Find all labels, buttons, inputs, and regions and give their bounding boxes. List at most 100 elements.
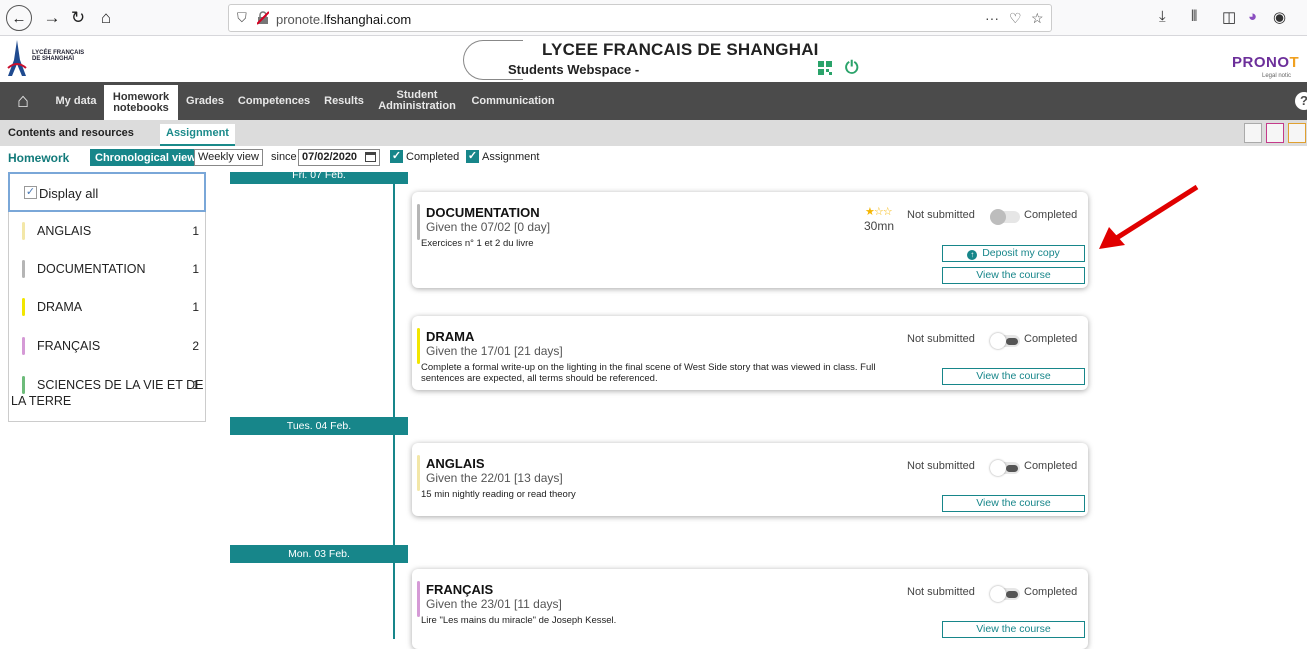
toggle-knob (990, 209, 1006, 225)
print-icon[interactable] (1266, 123, 1284, 143)
insecure-lock-icon[interactable] (257, 11, 269, 25)
toggle-knob (990, 460, 1006, 476)
url-text[interactable]: pronote.lfshanghai.com (276, 12, 411, 27)
account-icon[interactable]: ◉ (1273, 8, 1286, 26)
toggle-knob (990, 333, 1006, 349)
nav-competences[interactable]: Competences (232, 82, 316, 120)
subject-list: ✓ Display all ANGLAIS 1 DOCUMENTATION 1 … (8, 172, 206, 422)
tab-assignment[interactable]: Assignment (160, 124, 235, 146)
nav-communication[interactable]: Communication (465, 82, 561, 120)
completed-toggle[interactable] (990, 460, 1020, 476)
library-icon[interactable]: ⫴ (1191, 8, 1197, 25)
completed-label: Completed (1024, 460, 1078, 472)
subject-name: SCIENCES DE LA VIE ET DE (37, 378, 204, 392)
card-given-date: Given the 22/01 [13 days] (426, 471, 563, 485)
homework-card: DOCUMENTATION Given the 07/02 [0 day] Ex… (412, 192, 1088, 288)
subject-color-bar (22, 337, 25, 355)
download-icon[interactable]: ⤓ (1159, 8, 1166, 25)
legal-notice-link[interactable]: Legal notic (1262, 73, 1291, 79)
extension-icon[interactable]: ◕ (1248, 8, 1257, 25)
sidebar-icon[interactable]: ◫ (1222, 8, 1236, 26)
red-arrow-annotation (1099, 184, 1199, 249)
upload-icon: ↑ (967, 250, 978, 260)
card-description: Lire "Les mains du miracle" de Joseph Ke… (421, 615, 617, 626)
display-all-option[interactable]: ✓ Display all (8, 172, 206, 212)
subject-name: ANGLAIS (37, 224, 92, 238)
completed-label: Completed (1024, 333, 1078, 345)
view-course-button[interactable]: View the course (942, 621, 1085, 638)
assignment-checkbox[interactable]: ✓ (466, 150, 479, 163)
subject-name-line2: LA TERRE (11, 394, 72, 408)
card-subject: DOCUMENTATION (426, 205, 540, 220)
subject-item-francais[interactable]: FRANÇAIS 2 (9, 327, 205, 365)
shield-icon[interactable]: ⛉ (237, 10, 247, 26)
card-description-line2: sentences are expected, all terms should… (421, 373, 658, 384)
card-subject: ANGLAIS (426, 456, 485, 471)
back-icon[interactable]: ← (6, 5, 32, 31)
subject-count: 1 (192, 262, 199, 276)
pocket-icon[interactable]: ♡ (1009, 10, 1022, 27)
reload-icon[interactable]: ↻ (66, 6, 90, 30)
since-date-input[interactable]: 07/02/2020 (298, 149, 380, 166)
completed-toggle[interactable] (990, 333, 1020, 349)
space-name: Students Webspace - (508, 62, 640, 77)
difficulty-stars-icon: ★☆☆ (865, 206, 893, 218)
nav-grades[interactable]: Grades (182, 82, 228, 120)
email-icon[interactable] (1288, 123, 1306, 143)
date-header: Mon. 03 Feb. (230, 545, 408, 563)
view-course-button[interactable]: View the course (942, 495, 1085, 512)
deposit-copy-label: Deposit my copy (982, 247, 1060, 259)
toggle-track (1006, 338, 1018, 345)
subject-count: 1 (192, 224, 199, 238)
subject-count: 1 (192, 300, 199, 314)
chronological-view-button[interactable]: Chronological view (90, 149, 201, 166)
tab-contents-resources[interactable]: Contents and resources (8, 127, 134, 139)
not-submitted-label: Not submitted (907, 209, 975, 221)
subject-item-documentation[interactable]: DOCUMENTATION 1 (9, 250, 205, 288)
subject-color-bar (417, 455, 420, 491)
logout-power-icon[interactable]: ⏻ (845, 58, 858, 78)
help-icon[interactable]: ? (1295, 92, 1307, 110)
home-nav[interactable]: ⌂ (8, 82, 38, 120)
not-submitted-label: Not submitted (907, 460, 975, 472)
subject-item-anglais[interactable]: ANGLAIS 1 (9, 212, 205, 250)
home-icon: ⌂ (16, 89, 30, 112)
assignment-checkbox-label: Assignment (482, 151, 540, 163)
display-all-checkbox[interactable]: ✓ (24, 186, 37, 199)
pronote-logo[interactable]: PRONOT (1232, 54, 1299, 71)
forward-icon[interactable]: → (40, 6, 64, 30)
deposit-copy-button[interactable]: ↑ Deposit my copy (942, 245, 1085, 262)
nav-my-data[interactable]: My data (52, 82, 100, 120)
nav-homework-line2: notebooks (113, 101, 169, 114)
completed-label: Completed (1024, 586, 1078, 598)
bookmark-star-icon[interactable]: ☆ (1031, 10, 1044, 27)
completed-toggle[interactable] (990, 209, 1020, 225)
homework-label: Homework (8, 151, 70, 165)
nav-homework-notebooks[interactable]: Homework notebooks (104, 82, 178, 120)
view-course-button[interactable]: View the course (942, 267, 1085, 284)
completed-label: Completed (1024, 209, 1078, 221)
toggle-track (1006, 591, 1018, 598)
school-logo[interactable]: LYCÉE FRANÇAIS DE SHANGHAI (4, 38, 88, 78)
sub-nav: Contents and resources Assignment (0, 120, 1307, 146)
subject-item-drama[interactable]: DRAMA 1 (9, 288, 205, 326)
save-icon[interactable] (1244, 123, 1262, 143)
nav-student-administration[interactable]: Student Administration (372, 82, 462, 120)
browser-toolbar: ← → ↻ ⌂ ⛉ pronote.lfshanghai.com ··· ♡ ☆… (0, 0, 1307, 36)
completed-checkbox[interactable]: ✓ (390, 150, 403, 163)
subject-color-bar (22, 222, 25, 240)
subject-item-svt[interactable]: SCIENCES DE LA VIE ET DE LA TERRE 1 (9, 366, 205, 412)
card-given-date: Given the 07/02 [0 day] (426, 220, 551, 234)
qr-code-icon[interactable] (818, 61, 832, 75)
not-submitted-label: Not submitted (907, 333, 975, 345)
calendar-icon[interactable] (365, 152, 376, 162)
view-course-button[interactable]: View the course (942, 368, 1085, 385)
home-page-icon[interactable]: ⌂ (94, 6, 118, 30)
nav-results[interactable]: Results (318, 82, 370, 120)
page-actions-icon[interactable]: ··· (985, 10, 999, 26)
url-bar[interactable]: ⛉ pronote.lfshanghai.com ··· ♡ ☆ (228, 4, 1052, 32)
card-given-date: Given the 17/01 [21 days] (426, 344, 563, 358)
weekly-view-button[interactable]: Weekly view (194, 149, 263, 166)
completed-toggle[interactable] (990, 586, 1020, 602)
card-description-line1: Complete a formal write-up on the lighti… (421, 362, 876, 373)
